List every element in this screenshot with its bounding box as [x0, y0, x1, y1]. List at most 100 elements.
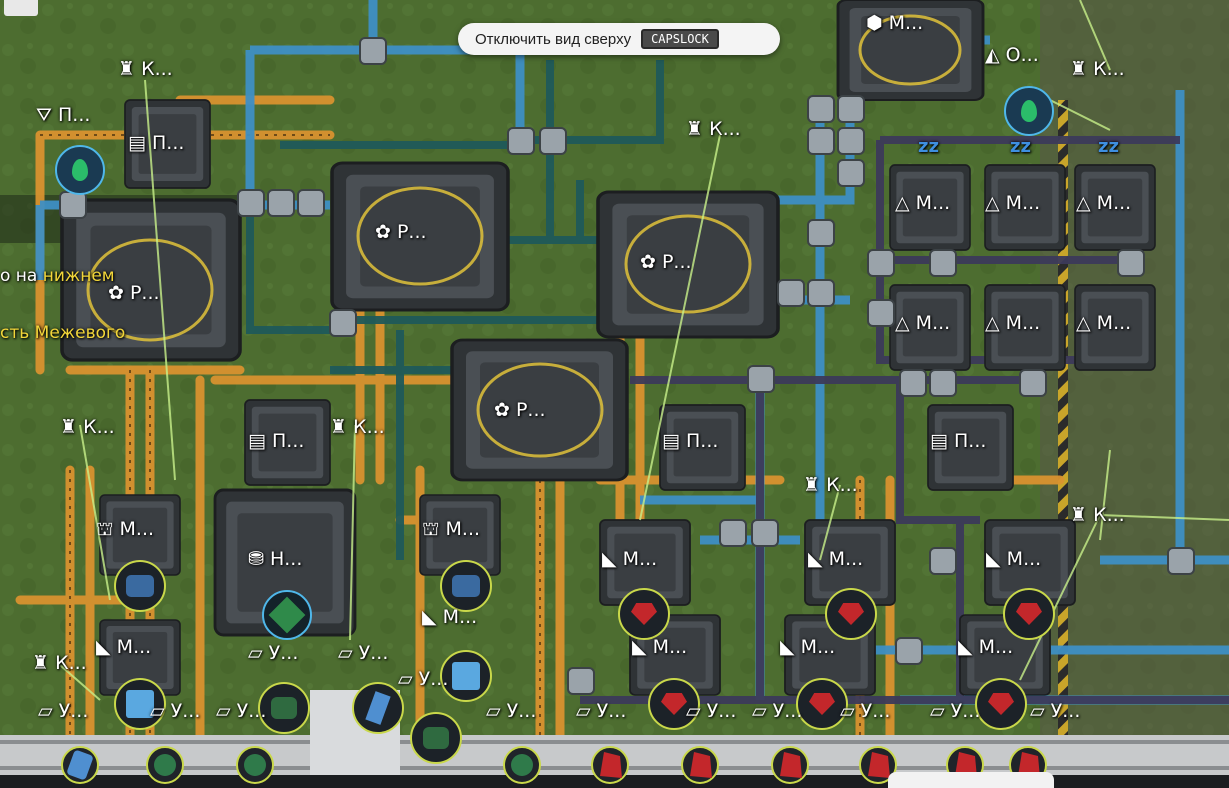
loader-name: У...: [418, 668, 449, 690]
pylon-label-1[interactable]: ♜ К...: [118, 58, 173, 80]
capslock-key[interactable]: CAPSLOCK: [641, 29, 719, 49]
crusher-name: М...: [119, 518, 155, 540]
press-label-6[interactable]: ◣ М...: [780, 636, 835, 658]
pump-name: П...: [58, 104, 91, 126]
storage-label-2[interactable]: ▤ П...: [248, 430, 304, 452]
red-gem-icon: [809, 693, 835, 715]
loader-icon: ▱: [840, 700, 855, 722]
rocky-ground: [1040, 0, 1229, 788]
pylon-label-5[interactable]: ♜ К...: [330, 416, 385, 438]
hub-label[interactable]: ⛃ Н...: [248, 548, 302, 570]
pylon-label-4[interactable]: ♜ К...: [60, 416, 115, 438]
storage-icon: ▤: [248, 430, 266, 452]
machine-label-top[interactable]: ⬢ М...: [866, 12, 923, 34]
red-gem-status-icon-6[interactable]: [975, 678, 1027, 730]
loader-name: У...: [860, 700, 891, 722]
miner-label-grid-5[interactable]: △ М...: [985, 312, 1040, 334]
bottom-panel-tab[interactable]: [888, 772, 1054, 788]
hub-icon: ⛃: [248, 548, 264, 570]
pump-label-1[interactable]: ⛛ П...: [36, 104, 90, 126]
loader-name: У...: [358, 642, 389, 664]
press-icon: ◣: [602, 548, 617, 570]
press-label-7[interactable]: ◣ М...: [986, 548, 1041, 570]
crusher-label-1[interactable]: ⛫ М...: [96, 518, 154, 540]
loader-label-10[interactable]: ▱ У...: [752, 700, 802, 722]
loader-label-2[interactable]: ▱ У...: [338, 642, 388, 664]
loader-name: У...: [950, 700, 981, 722]
miner-label-grid-3[interactable]: △ М...: [1076, 192, 1131, 214]
red-gem-status-icon-3[interactable]: [825, 588, 877, 640]
blue-ore-status-icon-2[interactable]: [440, 560, 492, 612]
press-label-1[interactable]: ◣ М...: [96, 636, 151, 658]
loader-label-12[interactable]: ▱ У...: [930, 700, 980, 722]
miner-label-grid-1[interactable]: △ М...: [895, 192, 950, 214]
hint-line-2: сть Межевого: [0, 323, 125, 343]
red-gem-status-icon-1[interactable]: [618, 588, 670, 640]
pylon-label-2[interactable]: ♜ К...: [686, 118, 741, 140]
miner-label-grid-6[interactable]: △ М...: [1076, 312, 1131, 334]
loader-icon: ▱: [216, 700, 231, 722]
press-label-3[interactable]: ◣ М...: [602, 548, 657, 570]
pylon-name: К...: [83, 416, 115, 438]
crystal-green-status-icon[interactable]: [262, 590, 312, 640]
press-label-4[interactable]: ◣ М...: [632, 636, 687, 658]
red-gem-icon: [631, 603, 657, 625]
pylon-icon: ♜: [60, 416, 78, 438]
crusher-name: М...: [445, 518, 481, 540]
refinery-name: Р...: [129, 282, 160, 304]
red-gem-icon: [988, 693, 1014, 715]
press-label-5[interactable]: ◣ М...: [808, 548, 863, 570]
miner-name: М...: [915, 312, 951, 334]
sleep-icon-3: zz: [1098, 136, 1119, 157]
miner-label-grid-2[interactable]: △ М...: [985, 192, 1040, 214]
pylon-label-8[interactable]: ♜ К...: [32, 652, 87, 674]
press-label-8[interactable]: ◣ М...: [958, 636, 1013, 658]
loader-name: У...: [706, 700, 737, 722]
loader-name: У...: [268, 642, 299, 664]
green-ore-status-icon-2[interactable]: [410, 712, 462, 764]
loader-label-6[interactable]: ▱ У...: [398, 668, 448, 690]
loader-label-7[interactable]: ▱ У...: [486, 700, 536, 722]
pylon-label-3[interactable]: ♜ К...: [1070, 58, 1125, 80]
storage-label-1[interactable]: ▤ П...: [128, 132, 184, 154]
crusher-icon: ⛫: [422, 518, 440, 540]
pylon-name: К...: [1093, 58, 1125, 80]
red-gem-status-icon-5[interactable]: [1003, 588, 1055, 640]
water-status-icon[interactable]: [55, 145, 105, 195]
loader-label-8[interactable]: ▱ У...: [576, 700, 626, 722]
loader-label-11[interactable]: ▱ У...: [840, 700, 890, 722]
storage-label-4[interactable]: ▤ П...: [930, 430, 986, 452]
outpost-label[interactable]: ◭ О...: [985, 44, 1039, 66]
loader-label-4[interactable]: ▱ У...: [150, 700, 200, 722]
pylon-name: К...: [353, 416, 385, 438]
pylon-label-6[interactable]: ♜ К...: [803, 474, 858, 496]
loader-label-1[interactable]: ▱ У...: [248, 642, 298, 664]
loader-label-3[interactable]: ▱ У...: [38, 700, 88, 722]
blue-crystal-status-icon[interactable]: [352, 682, 404, 734]
storage-name: П...: [272, 430, 305, 452]
menu-corner-icon[interactable]: [4, 0, 38, 16]
pylon-name: К...: [141, 58, 173, 80]
pylon-icon: ♜: [118, 58, 136, 80]
storage-label-3[interactable]: ▤ П...: [662, 430, 718, 452]
toggle-top-view-bar[interactable]: Отключить вид сверху CAPSLOCK: [458, 23, 780, 55]
pylon-label-7[interactable]: ♜ К...: [1070, 504, 1125, 526]
blue-crystal-icon: [365, 691, 391, 725]
press-icon: ◣: [986, 548, 1001, 570]
refinery-label-3[interactable]: ✿ Р...: [640, 251, 692, 273]
miner-label-grid-4[interactable]: △ М...: [895, 312, 950, 334]
water-status-icon-right[interactable]: [1004, 86, 1054, 136]
loader-label-13[interactable]: ▱ У...: [1030, 700, 1080, 722]
refinery-label-2[interactable]: ✿ Р...: [375, 221, 427, 243]
loader-name: У...: [506, 700, 537, 722]
loader-label-5[interactable]: ▱ У...: [216, 700, 266, 722]
press-label-2[interactable]: ◣ М...: [422, 606, 477, 628]
fan-icon: ✿: [494, 399, 510, 421]
blue-ore-status-icon-1[interactable]: [114, 560, 166, 612]
loader-label-9[interactable]: ▱ У...: [686, 700, 736, 722]
storage-icon: ▤: [662, 430, 680, 452]
loader-icon: ▱: [930, 700, 945, 722]
refinery-label-4[interactable]: ✿ Р...: [494, 399, 546, 421]
refinery-label-1[interactable]: ✿ Р...: [108, 282, 160, 304]
crusher-label-2[interactable]: ⛫ М...: [422, 518, 480, 540]
